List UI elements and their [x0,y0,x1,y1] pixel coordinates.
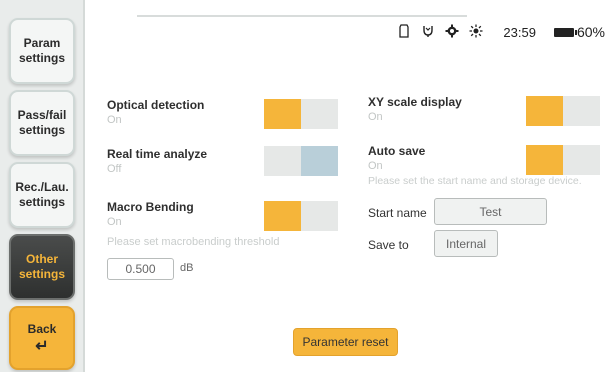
sidebar-item-label: Other [25,252,58,266]
toggle-on-segment [526,96,563,126]
auto-save-hint: Please set the start name and storage de… [368,175,582,187]
save-to-select[interactable]: Internal [434,230,498,257]
real-time-analyze-state: Off [107,163,122,175]
auto-save-label: Auto save [368,144,426,158]
threshold-unit: dB [180,262,194,274]
brightness-icon [469,24,483,41]
back-button-label: Back [27,321,57,336]
sidebar-item-other-settings[interactable]: Other settings [9,234,75,300]
sidebar-item-label: settings [18,195,65,209]
start-name-label: Start name [368,206,427,220]
macro-bending-toggle[interactable] [264,201,338,231]
sidebar-item-pass-fail-settings[interactable]: Pass/fail settings [9,90,75,156]
back-button[interactable]: Back ↵ [9,306,75,370]
gear-icon [445,24,459,41]
save-to-label: Save to [368,238,409,252]
toggle-on-segment [264,146,301,176]
toggle-off-segment [301,146,338,176]
sidebar: Param settings Pass/fail settings Rec./L… [0,0,84,372]
usb-icon [421,24,435,41]
sd-card-icon [397,23,411,41]
parameter-reset-button[interactable]: Parameter reset [293,328,398,356]
sidebar-item-label: settings [18,267,65,281]
toggle-on-segment [264,201,301,231]
macro-bending-label: Macro Bending [107,200,194,214]
top-divider [137,15,467,17]
toggle-off-segment [563,145,600,175]
real-time-analyze-label: Real time analyze [107,147,208,161]
toggle-off-segment [301,99,338,129]
xy-scale-display-label: XY scale display [368,95,462,109]
optical-detection-toggle[interactable] [264,99,338,129]
battery-indicator: 60% [553,24,605,40]
auto-save-state: On [368,160,383,172]
status-bar: 23:59 60% [397,22,605,42]
sidebar-item-param-settings[interactable]: Param settings [9,18,75,84]
sidebar-item-label: Pass/fail [17,108,67,122]
sidebar-item-label: settings [18,51,65,65]
macro-bending-hint: Please set macrobending threshold [107,236,280,248]
toggle-on-segment [264,99,301,129]
sidebar-divider [83,0,85,372]
battery-percent: 60% [576,24,605,40]
xy-scale-display-toggle[interactable] [526,96,600,126]
toggle-off-segment [301,201,338,231]
macrobending-threshold-input[interactable]: 0.500 [107,258,174,280]
sidebar-item-label: Param [23,36,61,50]
start-name-input[interactable]: Test [434,198,547,225]
toggle-off-segment [563,96,600,126]
xy-scale-display-state: On [368,111,383,123]
optical-detection-state: On [107,114,122,126]
macro-bending-state: On [107,216,122,228]
sidebar-item-label: settings [18,123,65,137]
auto-save-toggle[interactable] [526,145,600,175]
clock: 23:59 [503,24,536,40]
battery-icon [553,27,577,37]
toggle-on-segment [526,145,563,175]
optical-detection-label: Optical detection [107,98,205,112]
sidebar-item-rec-lau-settings[interactable]: Rec./Lau. settings [9,162,75,228]
real-time-analyze-toggle[interactable] [264,146,338,176]
sidebar-item-label: Rec./Lau. [15,180,69,194]
return-arrow-icon: ↵ [35,337,49,355]
